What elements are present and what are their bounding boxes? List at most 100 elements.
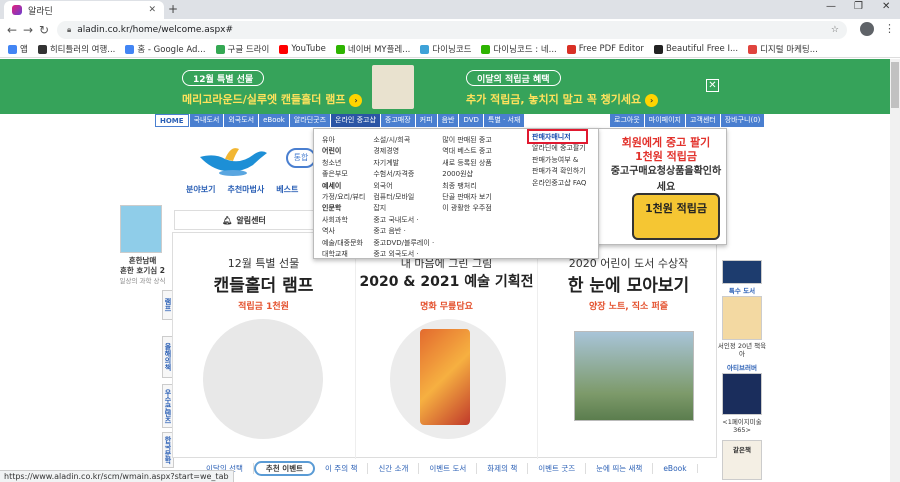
nav-item-9[interactable]: DVD [459,114,483,127]
bottom-tab-2[interactable]: 이 주의 책 [315,463,369,474]
mega-link[interactable]: 많이 판매된 중고 [442,135,492,146]
bottom-tab-1[interactable]: 추천 이벤트 [253,461,316,476]
mega-link[interactable]: 단골 판매자 보기 [442,192,492,203]
nav-item-2[interactable]: 외국도서 [224,114,259,127]
nav-item-7[interactable]: 커피 [415,114,437,127]
bookmark-6[interactable]: 다이닝코드 [420,43,471,55]
window-close-icon[interactable]: ✕ [882,1,890,12]
user-nav-item-2[interactable]: 고객센터 [685,114,720,127]
mega-link[interactable]: 중고 국내도서 · [373,215,434,226]
mega-link[interactable]: 대학교재 [322,249,365,260]
featured-book-cover[interactable] [120,205,162,253]
mega-link[interactable]: 소설/시/희곡 [373,135,434,146]
nav-item-1[interactable]: 국내도서 [189,114,224,127]
panel-kids-award[interactable]: 2020 어린이 도서 수상작 한 눈에 모아보기 양장 노트, 직소 퍼즐 [537,233,718,459]
maximize-icon[interactable]: ❐ [854,1,863,12]
bookmark-8[interactable]: Free PDF Editor [566,44,644,54]
user-nav-item-0[interactable]: 로그아웃 [610,114,644,127]
mega-link[interactable]: 역사 [322,226,365,237]
back-icon[interactable]: ← [4,23,20,37]
banner-left-text[interactable]: 메리고라운드/실루엣 캔들홀더 램프 › [182,91,363,107]
bottom-tab-8[interactable]: eBook [653,464,698,473]
scrollbar-track[interactable] [890,59,900,482]
promo-banner[interactable]: 12월 특별 선물 메리고라운드/실루엣 캔들홀더 램프 › 이달의 적립금 혜택… [0,59,900,114]
mega-link[interactable]: 잡지 [373,203,434,214]
scrollbar-thumb[interactable] [891,62,899,108]
banner-close-icon[interactable]: ✕ [706,79,719,92]
mega-link[interactable]: 사회과학 [322,215,365,226]
mega-link[interactable]: 수험서/자격증 [373,169,434,180]
sell-used-promo[interactable]: 회원에게 중고 팔기 1천원 적립금 중고구매요청상품을확인하세요 [610,136,722,196]
bottom-tab-4[interactable]: 이벤트 도서 [419,463,478,474]
new-tab-icon[interactable]: + [168,2,178,16]
user-nav-item-1[interactable]: 마이페이지 [644,114,685,127]
mega-link[interactable]: 새로 등록된 상품 [442,158,492,169]
mega-link[interactable]: 자기계발 [373,158,434,169]
subnav-item-2[interactable]: 베스트 [276,184,298,195]
nav-item-10[interactable]: 특별 · 서재 [483,114,525,127]
bookmark-star-icon[interactable]: ☆ [831,25,839,35]
mega-link[interactable]: 최종 팽처리 [442,181,492,192]
bookmark-9[interactable]: Beautiful Free I... [653,44,738,54]
aladin-lamp-logo[interactable] [195,135,270,177]
mega-link[interactable]: 중고DVD/블루레이 · [373,238,434,249]
subnav-item-0[interactable]: 분야보기 [186,184,215,195]
reload-icon[interactable]: ↻ [36,23,52,37]
bottom-tab-3[interactable]: 신간 소개 [368,463,420,474]
mega-link[interactable]: 예세이 [322,181,365,192]
subnav-item-1[interactable]: 추천마법사 [227,184,264,195]
side-link-1[interactable]: 알라딘에 중고팔기 [532,143,586,154]
bookmark-7[interactable]: 다이닝코드 : 네... [481,43,557,55]
bottom-tab-5[interactable]: 화제의 책 [477,463,529,474]
nav-item-5[interactable]: 온라인 중고샵 [331,114,380,127]
mega-link[interactable]: 인문학 [322,203,365,214]
mega-link[interactable]: 좋은부모 [322,169,365,180]
featured-book-info[interactable]: 흔한남매 흔한 호기심 2 일상의 과학 상식 [115,256,170,286]
right-book-1[interactable] [722,260,762,284]
close-tab-icon[interactable]: ✕ [148,5,156,15]
mega-link[interactable]: 중고 외국도서 · [373,249,434,260]
mega-link[interactable]: 중고 음반 · [373,226,434,237]
side-link-4[interactable]: 온라인중고샵 FAQ [532,178,586,189]
panel-art-exhibition[interactable]: 내 마음에 그린 그림 2020 & 2021 예술 기획전 명화 무릎담요 [355,233,536,459]
mega-link[interactable]: 예술/대중문화 [322,238,365,249]
bookmark-4[interactable]: YouTube [279,44,326,54]
minimize-icon[interactable]: — [826,1,836,12]
bookmark-2[interactable]: 홈 - Google Ad... [125,43,206,55]
bookmark-0[interactable]: 앱 [8,43,28,55]
url-field[interactable]: 🔒︎ aladin.co.kr/home/welcome.aspx# ☆ [57,21,847,39]
user-nav-item-3[interactable]: 장바구니(0) [720,114,765,127]
search-button[interactable]: 통합 [286,148,316,168]
panel-candle-lamp[interactable]: 12월 특별 선물 캔들홀더 램프 적립금 1천원 [173,233,354,459]
side-link-2[interactable]: 판매가능여부 & [532,155,586,166]
banner-right-text[interactable]: 추가 적립금, 놓치지 말고 꼭 챙기세요 › [466,91,659,107]
mega-link[interactable]: 역대 베스트 중고 [442,146,492,157]
nav-item-4[interactable]: 알라딘굿즈 [289,114,331,127]
mega-link[interactable]: 청소년 [322,158,365,169]
side-link-3[interactable]: 판매가격 확인하기 [532,166,586,177]
mega-link[interactable]: 외국어 [373,181,434,192]
bookmark-1[interactable]: 히티틀러의 여행... [37,43,115,55]
mega-link[interactable]: 어린이 [322,146,365,157]
nav-item-0[interactable]: HOME [155,114,189,127]
mega-link[interactable]: 이 광활한 우주점 [442,203,492,214]
browser-menu-icon[interactable]: ⋮ [884,22,895,35]
right-book-2[interactable] [722,296,762,340]
nav-item-8[interactable]: 음반 [437,114,459,127]
right-book-3[interactable] [722,373,762,415]
mega-link[interactable]: 컴퓨터/모바일 [373,192,434,203]
mega-link[interactable]: 가정/요리/뷰티 [322,192,365,203]
mega-link[interactable]: 유아 [322,135,365,146]
browser-tab[interactable]: 알라딘 ✕ [4,1,164,19]
nav-item-6[interactable]: 중고매장 [380,114,415,127]
forward-icon[interactable]: → [20,23,36,37]
bookmark-5[interactable]: 네이버 MY플레... [335,43,410,55]
alarm-center[interactable]: 🔔︎ 알림센터 [174,210,314,230]
mega-link[interactable]: 경제경영 [373,146,434,157]
bookmark-10[interactable]: 디지털 마케팅... [748,43,818,55]
bottom-tab-6[interactable]: 이벤트 굿즈 [528,463,587,474]
bottom-tab-7[interactable]: 눈에 띄는 새책 [586,463,654,474]
nav-item-3[interactable]: eBook [259,114,289,127]
bookmark-3[interactable]: 구글 드라이 [215,43,269,55]
mega-link[interactable]: 2000원샵 [442,169,492,180]
